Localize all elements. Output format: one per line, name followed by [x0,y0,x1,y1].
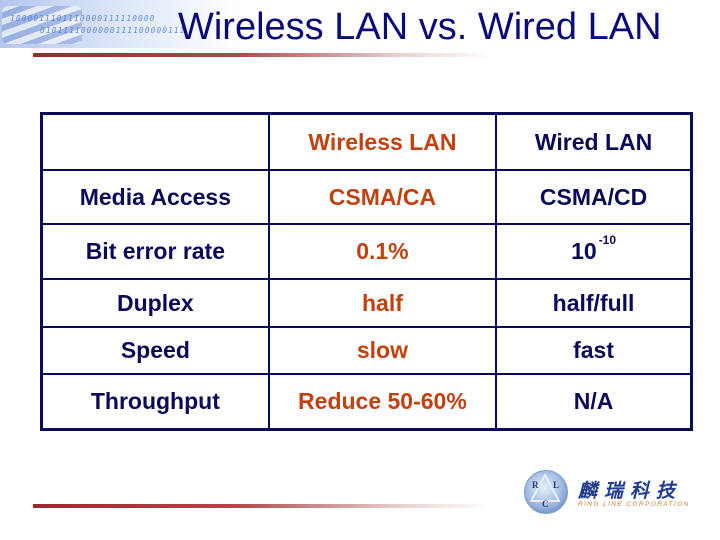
title-divider [33,53,493,57]
logo-letter: L [553,480,560,490]
row-label: Duplex [40,278,270,328]
wired-value: 10 -10 [495,223,693,280]
table-row: Duplex half half/full [40,278,693,328]
wired-value: N/A [495,373,693,431]
wired-value: CSMA/CD [495,169,693,225]
logo-letter: R [532,480,539,490]
row-label: Bit error rate [40,223,270,280]
table-row: Bit error rate 0.1% 10 -10 [40,223,693,280]
header-cell-wireless: Wireless LAN [267,112,498,171]
header-cell-empty [40,112,270,171]
footer-divider [33,504,493,508]
logo-chinese-name: 麟瑞科技 [578,480,683,502]
wireless-value: CSMA/CA [267,169,498,225]
company-logo: R L C 麟瑞科技 RING LINE CORPORATION [520,468,720,528]
binary-text: 1000011101110000111110000 [10,14,156,23]
wireless-value: slow [267,326,498,375]
row-label: Media Access [40,169,270,225]
row-label: Throughput [40,373,270,431]
table-row: Media Access CSMA/CA CSMA/CD [40,169,693,225]
logo-english-name: RING LINE CORPORATION [578,501,690,508]
exponent-base: 10 [571,238,597,264]
table-header-row: Wireless LAN Wired LAN [40,112,693,171]
wireless-value: Reduce 50-60% [267,373,498,431]
exponent: -10 [598,233,617,248]
table-row: Speed slow fast [40,326,693,375]
slide-title: Wireless LAN vs. Wired LAN [178,6,662,48]
wired-value: fast [495,326,693,375]
wireless-value: half [267,278,498,328]
comparison-table: Wireless LAN Wired LAN Media Access CSMA… [40,112,693,431]
wired-value: half/full [495,278,693,328]
row-label: Speed [40,326,270,375]
logo-letter: C [542,499,549,509]
table-row: Throughput Reduce 50-60% N/A [40,373,693,431]
keyboard-graphic [2,6,82,44]
wireless-value: 0.1% [267,223,498,280]
header-cell-wired: Wired LAN [495,112,693,171]
binary-text: 0101111000000111100000111 [40,26,186,35]
